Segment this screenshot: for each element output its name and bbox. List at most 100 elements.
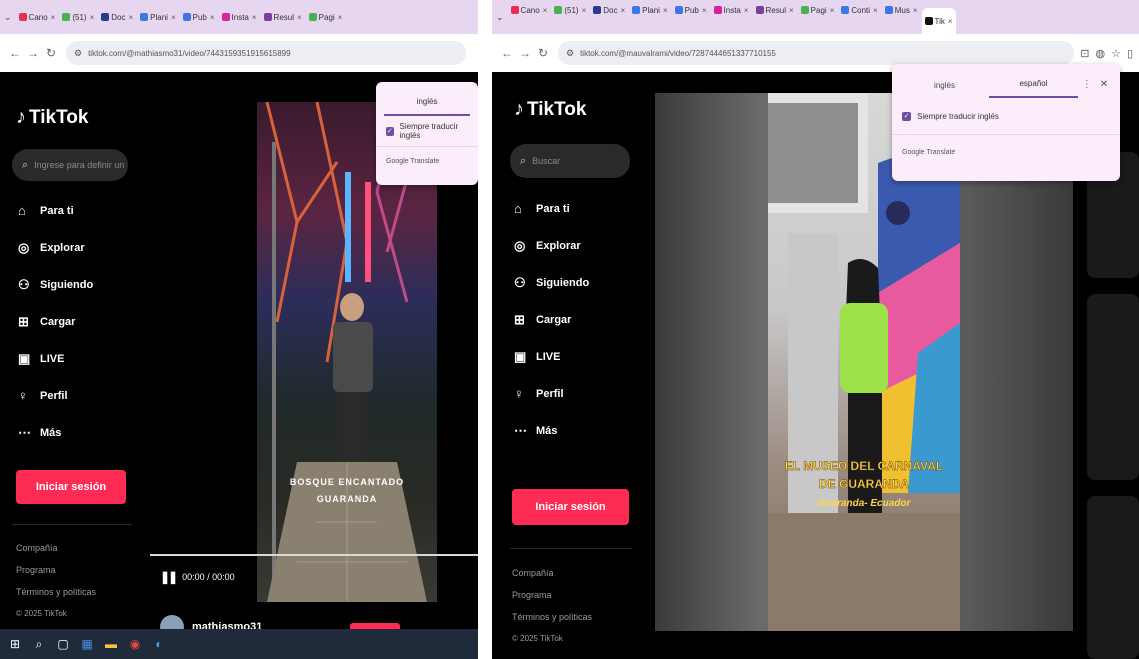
sidebar-item-7[interactable]: ⋯ Más: [514, 412, 589, 449]
login-button[interactable]: Iniciar sesión: [512, 489, 629, 525]
tab-close-icon[interactable]: ×: [702, 6, 707, 15]
footer-link[interactable]: Programa: [16, 559, 96, 581]
tab-close-icon[interactable]: ×: [620, 6, 625, 15]
footer-link[interactable]: Términos y políticas: [512, 606, 592, 628]
translate-icon[interactable]: ⊡: [1080, 47, 1089, 60]
tab-close-icon[interactable]: ×: [252, 13, 257, 22]
url-field[interactable]: ⚙ tiktok.com/@mathiasmo31/video/74431593…: [66, 41, 466, 65]
tab-close-icon[interactable]: ×: [128, 13, 133, 22]
sidebar-item-4[interactable]: ⊞ Cargar: [18, 303, 93, 340]
url-field[interactable]: ⚙ tiktok.com/@mauvalrami/video/728744465…: [558, 41, 1075, 65]
pause-icon[interactable]: ❚❚: [160, 570, 178, 584]
video-progress-bar[interactable]: [150, 554, 478, 556]
tab-close-icon[interactable]: ×: [873, 6, 878, 15]
footer-link[interactable]: Programa: [512, 584, 592, 606]
always-translate-option[interactable]: ✓ Siempre traducir inglés: [892, 98, 1120, 134]
sidebar-item-5[interactable]: ▣ LIVE: [18, 340, 93, 377]
tab-close-icon[interactable]: ×: [913, 6, 918, 15]
tab-close-icon[interactable]: ×: [297, 13, 302, 22]
reload-icon[interactable]: ↻: [534, 46, 552, 60]
store-icon[interactable]: ▦: [80, 637, 94, 651]
tiktok-logo[interactable]: ♪ TikTok: [514, 98, 586, 121]
sidebar-item-4[interactable]: ⊞ Cargar: [514, 301, 589, 338]
chrome-icon[interactable]: ◉: [128, 637, 142, 651]
browser-tab[interactable]: (51) ×: [59, 7, 97, 27]
tab-favicon-icon: [554, 6, 563, 14]
forward-icon[interactable]: →: [24, 46, 42, 60]
sidebar-item-1[interactable]: ⌂ Para ti: [514, 190, 589, 227]
sidebar-item-3[interactable]: ⚇ Siguiendo: [18, 266, 93, 303]
browser-tab[interactable]: Doc ×: [590, 0, 628, 20]
site-info-icon[interactable]: ⚙: [566, 48, 574, 59]
footer-link[interactable]: Compañía: [512, 562, 592, 584]
tiktok-logo[interactable]: ♪ TikTok: [16, 106, 88, 129]
always-translate-option[interactable]: ✓ Siempre traducir inglés: [376, 116, 478, 146]
footer-link[interactable]: Términos y políticas: [16, 581, 96, 603]
tab-close-icon[interactable]: ×: [744, 6, 749, 15]
footer-link[interactable]: Compañía: [16, 537, 96, 559]
sidebar-item-6[interactable]: ♀ Perfil: [514, 375, 589, 412]
tab-close-icon[interactable]: ×: [338, 13, 343, 22]
tab-close-icon[interactable]: ×: [51, 13, 56, 22]
star-icon[interactable]: ☆: [1111, 47, 1121, 60]
browser-tab[interactable]: Plani ×: [629, 0, 670, 20]
search-input[interactable]: ⌕ Buscar: [510, 144, 630, 178]
browser-tab[interactable]: Plani ×: [137, 7, 178, 27]
sidebar-item-7[interactable]: ⋯ Más: [18, 414, 93, 451]
sidebar-item-1[interactable]: ⌂ Para ti: [18, 192, 93, 229]
browser-tab[interactable]: Pub ×: [672, 0, 710, 20]
reload-icon[interactable]: ↻: [42, 46, 60, 60]
tab-search-icon[interactable]: ⌄: [4, 12, 12, 23]
tab-close-icon[interactable]: ×: [90, 13, 95, 22]
browser-tab[interactable]: Mus ×: [882, 0, 921, 20]
edge-icon[interactable]: ◐: [152, 637, 166, 651]
tab-ingles[interactable]: inglés: [384, 97, 470, 116]
tab-close-icon[interactable]: ×: [582, 6, 587, 15]
tab-close-icon[interactable]: ×: [663, 6, 668, 15]
browser-tab[interactable]: Doc ×: [98, 7, 136, 27]
browser-tab[interactable]: (51) ×: [551, 0, 589, 20]
back-icon[interactable]: ←: [6, 46, 24, 60]
browser-tab[interactable]: Insta ×: [711, 0, 752, 20]
more-options-icon[interactable]: ⋮: [1082, 79, 1092, 90]
browser-tab[interactable]: Insta ×: [219, 7, 260, 27]
windows-icon[interactable]: ⊞: [8, 637, 22, 651]
sidepanel-icon[interactable]: ▯: [1127, 47, 1133, 60]
tab-search-icon[interactable]: ⌄: [496, 12, 504, 23]
tab-close-icon[interactable]: ×: [948, 17, 953, 26]
checkbox-icon[interactable]: ✓: [902, 111, 911, 121]
sidebar-item-5[interactable]: ▣ LIVE: [514, 338, 589, 375]
search-input[interactable]: ⌕ Ingrese para definir un: [12, 149, 128, 181]
login-button[interactable]: Iniciar sesión: [16, 470, 126, 504]
sidebar-item-2[interactable]: ◎ Explorar: [18, 229, 93, 266]
task-view-icon[interactable]: ▢: [56, 637, 70, 651]
browser-tab[interactable]: Cano ×: [16, 7, 59, 27]
forward-icon[interactable]: →: [516, 46, 534, 60]
browser-tab[interactable]: Conti ×: [838, 0, 880, 20]
sidebar-item-2[interactable]: ◎ Explorar: [514, 227, 589, 264]
tab-ingles[interactable]: inglés: [900, 81, 989, 98]
tab-close-icon[interactable]: ×: [210, 13, 215, 22]
browser-tab[interactable]: Tik ×: [921, 8, 956, 34]
browser-tab[interactable]: Pagi ×: [798, 0, 838, 20]
search-icon[interactable]: ⌕: [32, 637, 46, 652]
site-info-icon[interactable]: ⚙: [74, 48, 82, 59]
browser-tab[interactable]: Pagi ×: [306, 7, 346, 27]
tab-close-icon[interactable]: ×: [171, 13, 176, 22]
file-explorer-icon[interactable]: ▬: [104, 637, 118, 651]
browser-tab[interactable]: Resul ×: [753, 0, 797, 20]
browser-tab[interactable]: Pub ×: [180, 7, 218, 27]
tab-close-icon[interactable]: ×: [789, 6, 794, 15]
tab-close-icon[interactable]: ×: [830, 6, 835, 15]
sidebar-item-6[interactable]: ♀ Perfil: [18, 377, 93, 414]
tab-espanol[interactable]: español: [989, 79, 1078, 98]
sidebar-item-3[interactable]: ⚇ Siguiendo: [514, 264, 589, 301]
close-icon[interactable]: ✕: [1100, 79, 1108, 90]
checkbox-icon[interactable]: ✓: [386, 126, 394, 136]
back-icon[interactable]: ←: [498, 46, 516, 60]
browser-tab[interactable]: Cano ×: [508, 0, 551, 20]
extension-icon[interactable]: ◍: [1095, 47, 1105, 60]
tab-close-icon[interactable]: ×: [543, 6, 548, 15]
search-icon: ⌕: [520, 154, 527, 167]
browser-tab[interactable]: Resul ×: [261, 7, 305, 27]
